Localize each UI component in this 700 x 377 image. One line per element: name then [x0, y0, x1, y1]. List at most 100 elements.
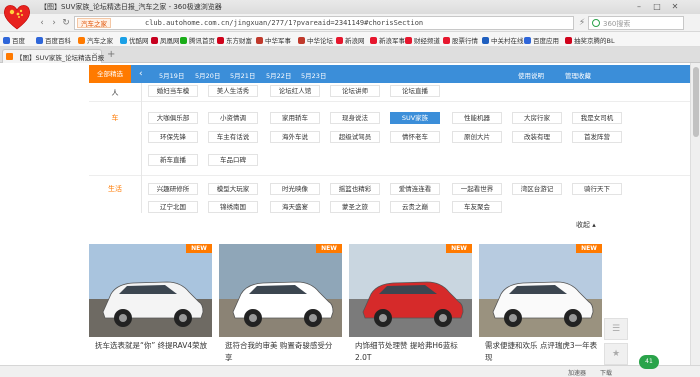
url-input[interactable]: 汽车之家 club.autohome.com.cn/jingxuan/277/1… [74, 16, 574, 30]
collapse-toggle[interactable]: 收起 ▴ [576, 220, 596, 230]
article-card[interactable]: NEW 逛符合我的审美 购置奇骏感受分享 [219, 244, 342, 365]
bookmark-item[interactable]: 中关村在线 [482, 35, 524, 45]
date-item[interactable]: 5月20日 [195, 70, 220, 80]
scrollbar-thumb[interactable] [693, 67, 699, 137]
download-label[interactable]: 下载 [600, 368, 612, 377]
speed-widget[interactable]: 41 [639, 355, 659, 369]
date-item[interactable]: 5月21日 [230, 70, 255, 80]
category-chip[interactable]: 我是女司机 [572, 112, 622, 124]
category-chip[interactable]: SUV家族 [390, 112, 440, 124]
category-chip[interactable]: 大房行家 [512, 112, 562, 124]
bookmark-item[interactable]: 东方财富 [217, 35, 252, 45]
date-item[interactable]: 5月22日 [266, 70, 291, 80]
bookmark-label: 中关村在线 [491, 37, 524, 45]
close-window-button[interactable]: ✕ [668, 1, 682, 12]
new-tab-button[interactable]: + [107, 50, 115, 60]
category-chip[interactable]: 论坛直播 [390, 85, 440, 97]
category-chip[interactable]: 车品口碑 [208, 154, 258, 166]
category-chip[interactable]: 改装有理 [512, 131, 562, 143]
bookmark-item[interactable]: 百度百科 [36, 35, 71, 45]
category-chip[interactable]: 超级试驾员 [330, 131, 380, 143]
category-chip[interactable]: 环保先锋 [148, 131, 198, 143]
bookmark-item[interactable]: 抽奖京腾的BL [565, 35, 615, 45]
category-chip[interactable]: 大咖俱乐部 [148, 112, 198, 124]
article-card[interactable]: NEW 内饰细节处理赞 提哈弗H6蓝标2.0T [349, 244, 472, 365]
category-chip[interactable]: 美人生活秀 [208, 85, 258, 97]
favorite-icon[interactable]: ★ [604, 343, 628, 365]
feedback-icon[interactable]: ☰ [604, 318, 628, 340]
bookmark-item[interactable]: 财经频道 [405, 35, 440, 45]
tab-active[interactable]: 【图】SUV家族_论坛精选日报 × [2, 49, 104, 63]
back-icon[interactable]: ‹ [36, 17, 48, 29]
category-chip[interactable]: 一起看世界 [452, 183, 502, 195]
category-chip[interactable]: 新车直播 [148, 154, 198, 166]
category-chip[interactable]: 爱情连连看 [390, 183, 440, 195]
category-chip[interactable]: 摇篮也精彩 [330, 183, 380, 195]
category-chip[interactable]: 婚妇当车模 [148, 85, 198, 97]
refresh-icon[interactable]: ↻ [60, 17, 72, 29]
category-chip[interactable]: 锦绣南国 [208, 201, 258, 213]
category-chip[interactable]: 小资情调 [208, 112, 258, 124]
article-thumbnail[interactable]: NEW [219, 244, 342, 337]
date-nav-all[interactable]: 全部精选 [89, 65, 131, 83]
maximize-button[interactable]: □ [650, 1, 664, 12]
bookmark-item[interactable]: 腾讯首页 [180, 35, 215, 45]
date-prev-arrow-icon[interactable]: ‹ [139, 68, 143, 80]
forward-icon[interactable]: › [48, 17, 60, 29]
article-thumbnail[interactable]: NEW [89, 244, 212, 337]
bookmark-label: 中华论坛 [307, 37, 333, 45]
minimize-button[interactable]: – [632, 1, 646, 12]
article-title[interactable]: 逛符合我的审美 购置奇骏感受分享 [225, 340, 339, 364]
bookmark-favicon-icon [256, 37, 263, 44]
bookmark-item[interactable]: 汽车之家 [78, 35, 113, 45]
category-chip[interactable]: 蒙圣之旅 [330, 201, 380, 213]
category-chip[interactable]: 车友聚会 [452, 201, 502, 213]
category-chip[interactable]: 湾区台游记 [512, 183, 562, 195]
category-chip[interactable]: 现身说法 [330, 112, 380, 124]
manage-favorites-link[interactable]: 管理收藏 [565, 70, 591, 80]
article-title[interactable]: 抚车选表就是“你” 终提RAV4荣放 [95, 340, 209, 352]
share-icon[interactable]: ⚡ [576, 17, 588, 29]
category-chip[interactable]: 模型大玩家 [208, 183, 258, 195]
category-chip[interactable]: 论坛红人馆 [270, 85, 320, 97]
category-chip[interactable]: 时光映像 [270, 183, 320, 195]
usage-guide-link[interactable]: 使用说明 [518, 70, 544, 80]
accelerator-label[interactable]: 加速器 [568, 368, 586, 377]
bookmark-item[interactable]: 股票行情 [443, 35, 478, 45]
search-input[interactable]: 360搜索 [588, 16, 684, 30]
article-title[interactable]: 内饰细节处理赞 提哈弗H6蓝标2.0T [355, 340, 469, 364]
close-tab-icon[interactable]: × [92, 51, 98, 59]
bookmark-item[interactable]: 百度应用 [524, 35, 559, 45]
bookmark-item[interactable]: 凤凰网 [151, 35, 180, 45]
category-chip[interactable]: 首发阵营 [572, 131, 622, 143]
date-item[interactable]: 5月19日 [159, 70, 184, 80]
new-badge: NEW [446, 244, 472, 253]
bookmark-label: 东方财富 [226, 37, 252, 45]
article-thumbnail[interactable]: NEW [349, 244, 472, 337]
date-item[interactable]: 5月23日 [301, 70, 326, 80]
article-thumbnail[interactable]: NEW [479, 244, 602, 337]
bookmark-item[interactable]: 中华论坛 [298, 35, 333, 45]
bookmark-item[interactable]: 中华军事 [256, 35, 291, 45]
category-chip[interactable]: 海天盛宴 [270, 201, 320, 213]
vertical-scrollbar[interactable] [690, 63, 700, 365]
category-chip[interactable]: 云贵之巅 [390, 201, 440, 213]
category-chip[interactable]: 辽宁北国 [148, 201, 198, 213]
article-title[interactable]: 需求便捷和欢乐 点评瑞虎3一年表现 [485, 340, 599, 364]
bookmark-item[interactable]: 百度 [3, 35, 25, 45]
category-chip[interactable]: 海外车说 [270, 131, 320, 143]
bookmark-item[interactable]: 优酷网 [120, 35, 149, 45]
article-card[interactable]: NEW 需求便捷和欢乐 点评瑞虎3一年表现 [479, 244, 602, 365]
category-chip[interactable]: 论坛讲师 [330, 85, 380, 97]
category-chip[interactable]: 家用轿车 [270, 112, 320, 124]
bookmark-item[interactable]: 新浪军事 [370, 35, 405, 45]
category-chip[interactable]: 兴趣研修所 [148, 183, 198, 195]
category-chip[interactable]: 原创大片 [452, 131, 502, 143]
category-chip[interactable]: 车主有话说 [208, 131, 258, 143]
article-card[interactable]: NEW 抚车选表就是“你” 终提RAV4荣放 [89, 244, 212, 365]
bookmark-label: 汽车之家 [87, 37, 113, 45]
category-chip[interactable]: 情怀老车 [390, 131, 440, 143]
category-chip[interactable]: 性能机器 [452, 112, 502, 124]
category-chip[interactable]: 骑行天下 [572, 183, 622, 195]
bookmark-item[interactable]: 新浪网 [336, 35, 365, 45]
